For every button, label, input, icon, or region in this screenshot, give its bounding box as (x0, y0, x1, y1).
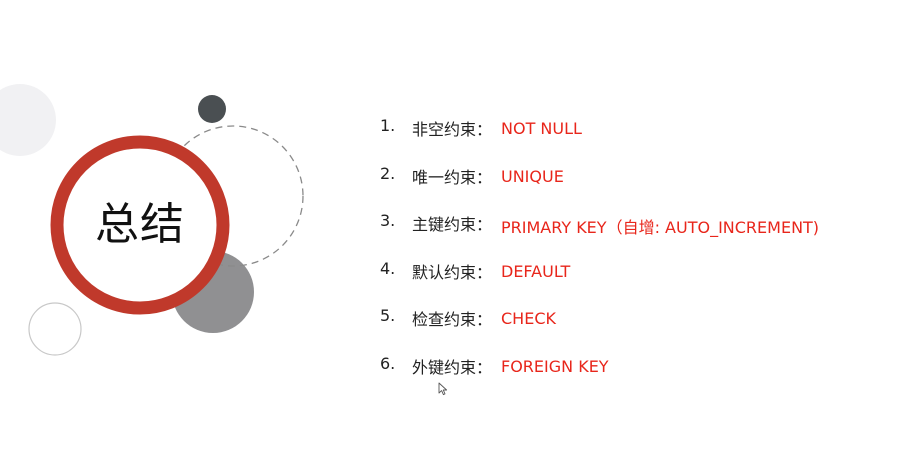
item-value: PRIMARY KEY（自增: AUTO_INCREMENT) (501, 218, 820, 238)
outline-small-circle (28, 302, 82, 356)
item-number: 6. (380, 353, 396, 373)
item-value: NOT NULL (501, 119, 582, 138)
item-number: 4. (380, 258, 396, 278)
item-label: 默认约束： (412, 262, 493, 282)
item-number: 5. (380, 306, 396, 326)
slide: 总结 1. 非空约束： NOT NULL 2. 唯一约束： UNIQUE 3. … (0, 0, 899, 463)
item-number: 2. (380, 163, 396, 183)
item-number: 1. (380, 116, 396, 135)
item-label: 主键约束： (412, 215, 493, 235)
item-label: 非空约束： (412, 120, 493, 139)
item-label: 外键约束： (412, 357, 493, 377)
item-label: 唯一约束： (412, 167, 493, 187)
item-value: FOREIGN KEY (501, 356, 609, 376)
item-value: UNIQUE (501, 166, 564, 186)
mouse-pointer-icon (438, 382, 448, 396)
item-value: CHECK (501, 309, 556, 329)
light-gray-circle (0, 84, 56, 156)
item-value: DEFAULT (501, 261, 571, 281)
slide-title: 总结 (95, 199, 185, 250)
dark-small-circle (198, 95, 226, 123)
item-label: 检查约束： (412, 310, 493, 330)
item-number: 3. (380, 211, 396, 231)
